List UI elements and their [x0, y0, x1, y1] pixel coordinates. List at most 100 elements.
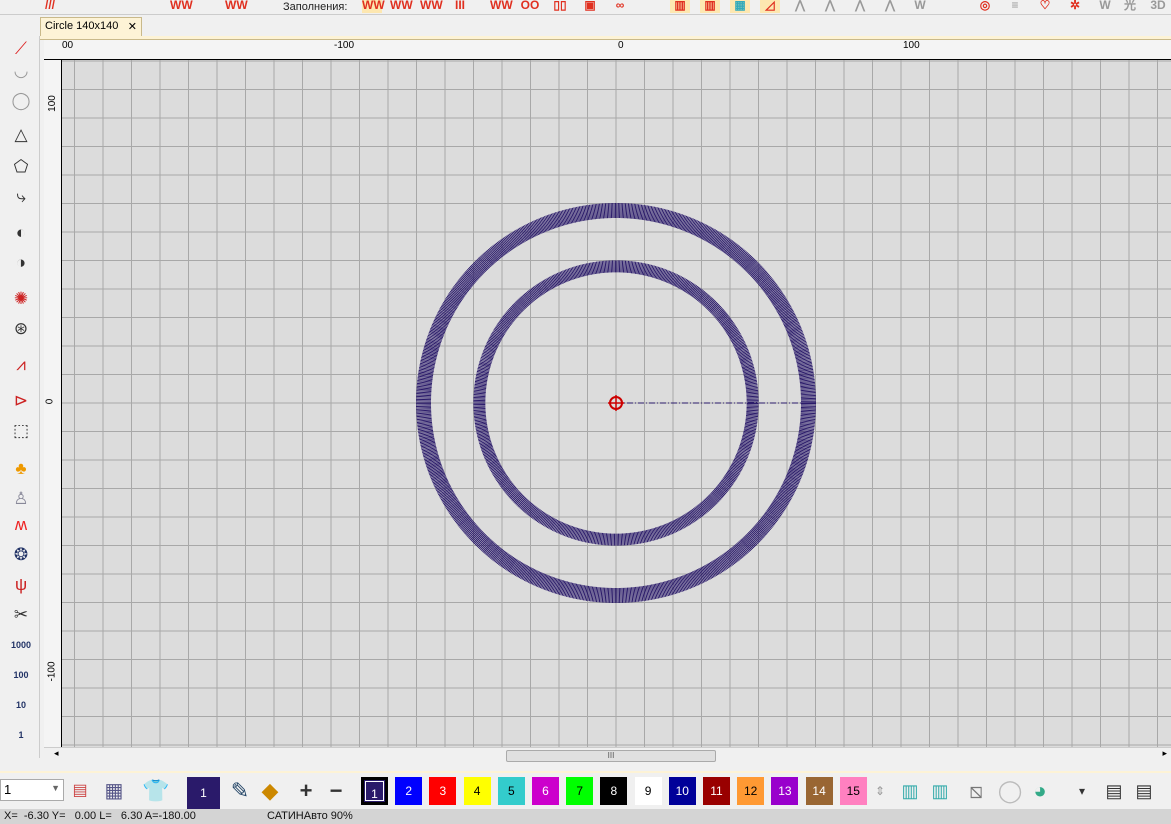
- step-1000-button[interactable]: 1000: [8, 632, 34, 658]
- status-bar: X= -6.30 Y= 0.00 L= 6.30 A=-180.00 САТИН…: [0, 809, 1171, 824]
- color-swatch-1[interactable]: 1: [361, 777, 388, 805]
- effect-tool-icon[interactable]: 光: [1120, 0, 1140, 13]
- fill-tool-icon[interactable]: ∞: [610, 0, 630, 13]
- node-edit-icon[interactable]: ◑: [8, 250, 34, 276]
- spool-icon[interactable]: ❂: [8, 542, 34, 568]
- applique-icon[interactable]: ♣: [8, 456, 34, 482]
- color-swatch-8[interactable]: 8: [600, 777, 628, 805]
- tab-title: Circle 140x140: [45, 20, 119, 32]
- scrollbar-thumb[interactable]: III: [506, 750, 716, 762]
- stitch-list-icon[interactable]: ▤: [1100, 777, 1128, 805]
- direction-tool-icon[interactable]: ⊳: [8, 388, 34, 414]
- color-swatch-6[interactable]: 6: [532, 777, 559, 805]
- zigzag-tool-icon[interactable]: WW: [225, 0, 248, 13]
- tab-circle-document[interactable]: Circle 140x140 ✕: [40, 17, 142, 37]
- wheel-tool-icon[interactable]: ✲: [1065, 0, 1085, 13]
- effect-tool-icon[interactable]: W: [910, 0, 930, 13]
- ring-icon[interactable]: ◯: [996, 777, 1024, 805]
- fill-tool-icon[interactable]: OO: [520, 0, 540, 13]
- step-100-button[interactable]: 100: [8, 662, 34, 688]
- ruler-label: 100: [903, 40, 920, 51]
- color-swatch-4[interactable]: 4: [463, 777, 491, 805]
- color-swatch-10[interactable]: 10: [668, 777, 696, 805]
- color-swatch-9[interactable]: 9: [634, 777, 662, 805]
- scissors-icon[interactable]: ✂: [8, 602, 34, 628]
- remove-color-button[interactable]: −: [322, 777, 350, 805]
- color-swatch-5[interactable]: 5: [497, 777, 525, 805]
- effect-tool-icon[interactable]: ⋀: [820, 0, 840, 13]
- scroll-left-icon[interactable]: ◂: [54, 748, 59, 759]
- fill-tool-icon[interactable]: III: [450, 0, 470, 13]
- thread-list-icon[interactable]: ▤: [66, 777, 94, 805]
- figure-icon[interactable]: ♙: [8, 486, 34, 512]
- effect-tool-icon[interactable]: ≡: [1005, 0, 1025, 13]
- effect-tool-icon[interactable]: ▥: [670, 0, 690, 13]
- diagonal-icon[interactable]: ⧅: [962, 777, 990, 805]
- fill-bucket-icon[interactable]: ◆: [256, 777, 284, 805]
- fork-icon[interactable]: ψ: [8, 572, 34, 598]
- arc-tool-icon[interactable]: ◡: [8, 58, 34, 84]
- curve-tool-icon[interactable]: ⤷: [8, 184, 34, 210]
- zigzag-icon[interactable]: ʍ: [8, 512, 34, 538]
- effect-tool-icon[interactable]: W: [1095, 0, 1115, 13]
- add-color-button[interactable]: +: [292, 777, 320, 805]
- color-swatch-12[interactable]: 12: [737, 777, 765, 805]
- polyline-tool-icon[interactable]: △: [8, 122, 34, 148]
- stitch-info-icon[interactable]: ▤: [1130, 777, 1158, 805]
- effect-tool-icon[interactable]: ⋀: [880, 0, 900, 13]
- effect-tool-icon[interactable]: ▦: [730, 0, 750, 13]
- left-toolbar: ⟋ ◡ ◯ △ ⬠ ⤷ ◐ ◑ ✺ ⊛ ⩘ ⊳ ⬚ ♣ ♙ ʍ ❂ ψ ✂ 10…: [0, 36, 40, 758]
- effect-tool-icon[interactable]: ▥: [700, 0, 720, 13]
- design-canvas[interactable]: [62, 60, 1171, 747]
- color-swatch-13[interactable]: 13: [771, 777, 799, 805]
- effect-tool-icon[interactable]: ⋀: [850, 0, 870, 13]
- close-icon[interactable]: ✕: [128, 20, 137, 35]
- ellipse-tool-icon[interactable]: ◯: [8, 88, 34, 114]
- fill-tool-icon[interactable]: WW: [490, 0, 513, 13]
- ruler-label: -100: [46, 661, 58, 682]
- polygon-tool-icon[interactable]: ⬠: [8, 154, 34, 180]
- 3d-view-icon[interactable]: ◕: [1026, 777, 1054, 805]
- step-10-button[interactable]: 10: [8, 692, 34, 718]
- 3d-tool-icon[interactable]: 3D: [1148, 0, 1168, 13]
- path-tool-icon[interactable]: ⩘: [8, 352, 34, 378]
- color-swap-icon[interactable]: ▥: [896, 777, 924, 805]
- color-swatch-11[interactable]: 11: [703, 777, 730, 805]
- scroll-right-icon[interactable]: ▸: [1162, 748, 1167, 759]
- horizontal-scrollbar[interactable]: ◂ III ▸: [44, 747, 1171, 763]
- fill-tool-icon[interactable]: WW: [390, 0, 413, 13]
- more-icon[interactable]: ▾: [1068, 777, 1096, 805]
- fill-tool-icon[interactable]: WW: [362, 0, 385, 13]
- radial-fill-icon[interactable]: ✺: [8, 286, 34, 312]
- effect-tool-icon[interactable]: ⋀: [790, 0, 810, 13]
- current-color-button[interactable]: 1: [187, 777, 220, 809]
- ruler-label: 00: [62, 40, 74, 51]
- stitch-length-combo[interactable]: 1 ▼: [0, 779, 64, 801]
- color-swatch-7[interactable]: 7: [566, 777, 594, 805]
- fill-tool-icon[interactable]: ▣: [580, 0, 600, 13]
- ruler-label: -100: [334, 40, 355, 51]
- fill-tool-icon[interactable]: WW: [420, 0, 443, 13]
- color-swatch-15[interactable]: 15: [839, 777, 867, 805]
- ruler-label: 100: [46, 95, 58, 112]
- zigzag-tool-icon[interactable]: WW: [170, 0, 193, 13]
- color-swatch-2[interactable]: 2: [395, 777, 423, 805]
- bottom-toolbar: 1 ▼ ▤ ▦ 👕 1 ✎ ◆ + − 1 2 3 4 5 6 7 8 9 10 11 12 13 14 15…: [0, 771, 1171, 809]
- color-swatch-14[interactable]: 14: [805, 777, 833, 805]
- effect-tool-icon[interactable]: ◿: [760, 0, 780, 13]
- coordinates-readout: X= -6.30 Y= 0.00 L= 6.30 A=-180.00: [4, 810, 196, 822]
- effect-tool-icon[interactable]: ◎: [975, 0, 995, 13]
- palette-icon[interactable]: ▦: [100, 777, 128, 805]
- shirt-icon[interactable]: 👕: [142, 777, 170, 805]
- stitch-tool-icon[interactable]: ///: [40, 0, 60, 13]
- node-add-icon[interactable]: ◐: [8, 220, 34, 246]
- scroll-palette-icon[interactable]: ⇕: [866, 777, 894, 805]
- effect-tool-icon[interactable]: ♡: [1035, 0, 1055, 13]
- step-1-button[interactable]: 1: [8, 722, 34, 748]
- center-point-icon[interactable]: ⊛: [8, 316, 34, 342]
- fill-tool-icon[interactable]: ▯▯: [550, 0, 570, 13]
- eyedropper-icon[interactable]: ✎: [226, 777, 254, 805]
- select-tool-icon[interactable]: ⬚: [8, 418, 34, 444]
- color-cross-icon[interactable]: ▥: [926, 777, 954, 805]
- color-swatch-3[interactable]: 3: [429, 777, 457, 805]
